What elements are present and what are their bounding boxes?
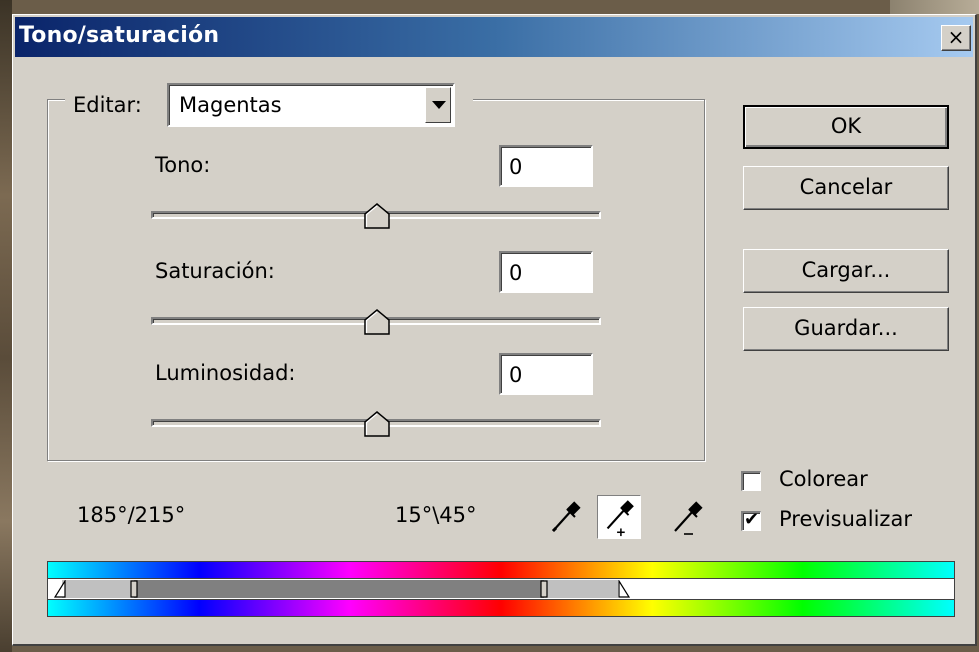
range-falloff-left — [62, 580, 134, 598]
saturation-slider-thumb[interactable] — [364, 309, 390, 335]
load-button[interactable]: Cargar... — [743, 249, 949, 293]
color-range-strip[interactable] — [47, 579, 955, 599]
desktop-background-left — [0, 0, 12, 652]
close-button[interactable]: × — [941, 25, 971, 51]
output-color-bar — [47, 599, 955, 617]
desktop-background-top — [890, 0, 979, 14]
colorize-checkbox[interactable] — [741, 471, 761, 491]
preview-label: Previsualizar — [779, 507, 912, 531]
dialog-title: Tono/saturación — [19, 23, 220, 48]
colorize-label: Colorear — [779, 467, 868, 491]
eyedropper-add-icon[interactable] — [597, 495, 641, 539]
hue-saturation-dialog: Tono/saturación × Editar: Magentas Tono:… — [12, 14, 977, 646]
edit-group-box — [47, 99, 705, 461]
range-falloff-right — [544, 580, 618, 598]
hue-slider-thumb[interactable] — [364, 203, 390, 229]
save-button[interactable]: Guardar... — [743, 307, 949, 351]
hue-label: Tono: — [155, 153, 211, 177]
saturation-input[interactable]: 0 — [499, 251, 593, 293]
saturation-label: Saturación: — [155, 259, 275, 283]
range-left-falloff-handle[interactable] — [54, 580, 66, 598]
range-right-handle[interactable] — [540, 580, 548, 598]
close-icon: × — [947, 25, 965, 49]
edit-channel-select[interactable]: Magentas — [167, 83, 455, 127]
range-right-falloff-handle[interactable] — [618, 580, 630, 598]
cancel-button[interactable]: Cancelar — [743, 166, 949, 210]
eyedropper-subtract-icon[interactable] — [667, 497, 707, 537]
lightness-slider-thumb[interactable] — [364, 411, 390, 437]
input-color-bar — [47, 561, 955, 579]
lightness-label: Luminosidad: — [155, 361, 296, 385]
range-left-handle[interactable] — [130, 580, 138, 598]
range-fill — [134, 580, 544, 598]
edit-label: Editar: — [73, 93, 142, 117]
preview-checkbox[interactable]: ✔ — [741, 509, 761, 531]
range-readout-left: 185°/215° — [77, 503, 186, 527]
title-bar[interactable]: Tono/saturación × — [15, 17, 973, 57]
hue-input[interactable]: 0 — [499, 145, 593, 187]
edit-channel-value: Magentas — [179, 93, 282, 117]
range-readout-right: 15°\45° — [395, 503, 477, 527]
eyedropper-icon[interactable] — [545, 497, 585, 537]
chevron-down-icon[interactable] — [425, 87, 451, 123]
ok-button[interactable]: OK — [743, 105, 949, 149]
checkmark-icon: ✔ — [744, 509, 760, 530]
lightness-input[interactable]: 0 — [499, 353, 593, 395]
